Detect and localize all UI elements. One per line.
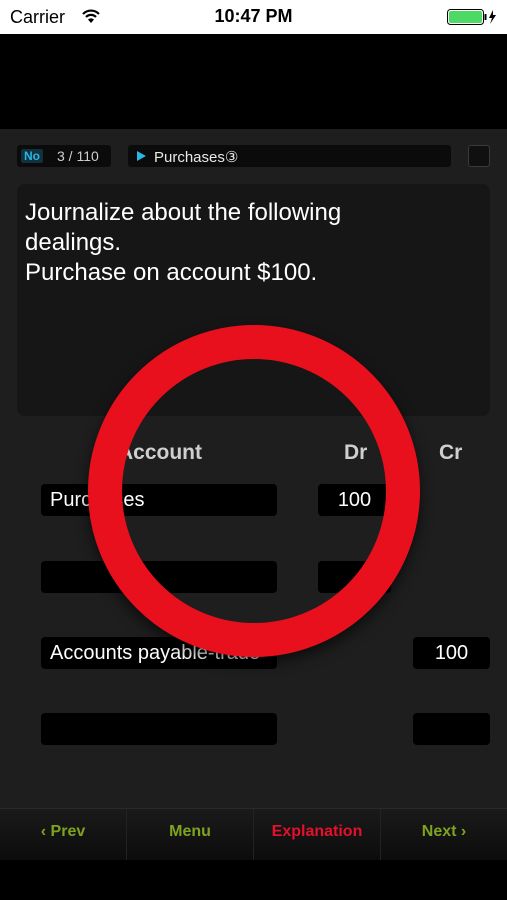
- category-box: Purchases③: [128, 145, 451, 167]
- play-icon: [137, 151, 146, 161]
- no-badge: No: [21, 149, 43, 163]
- credit-field-3[interactable]: 100: [413, 637, 490, 669]
- prev-button[interactable]: ‹ Prev: [0, 809, 127, 861]
- clock: 10:47 PM: [214, 6, 293, 26]
- account-field-4[interactable]: [41, 713, 277, 745]
- question-number-box: No 3 / 110: [17, 145, 111, 167]
- top-spacer: [0, 34, 507, 129]
- next-button[interactable]: Next ›: [381, 809, 507, 861]
- menu-button[interactable]: Menu: [127, 809, 254, 861]
- question-counter: 3 / 110: [57, 148, 99, 164]
- question-text: Journalize about the following dealings.…: [25, 199, 342, 286]
- status-bar: Carrier 10:47 PM: [0, 0, 507, 34]
- correct-circle-mark: [88, 325, 420, 657]
- bookmark-checkbox[interactable]: [468, 145, 490, 167]
- bottom-toolbar: ‹ Prev Menu Explanation Next ›: [0, 808, 507, 861]
- category-label: Purchases③: [154, 149, 239, 166]
- credit-field-4[interactable]: [413, 713, 490, 745]
- explanation-button[interactable]: Explanation: [254, 809, 381, 861]
- battery-icon: [447, 9, 496, 25]
- bottom-spacer: [0, 860, 507, 900]
- credit-column-header: Cr: [439, 441, 463, 464]
